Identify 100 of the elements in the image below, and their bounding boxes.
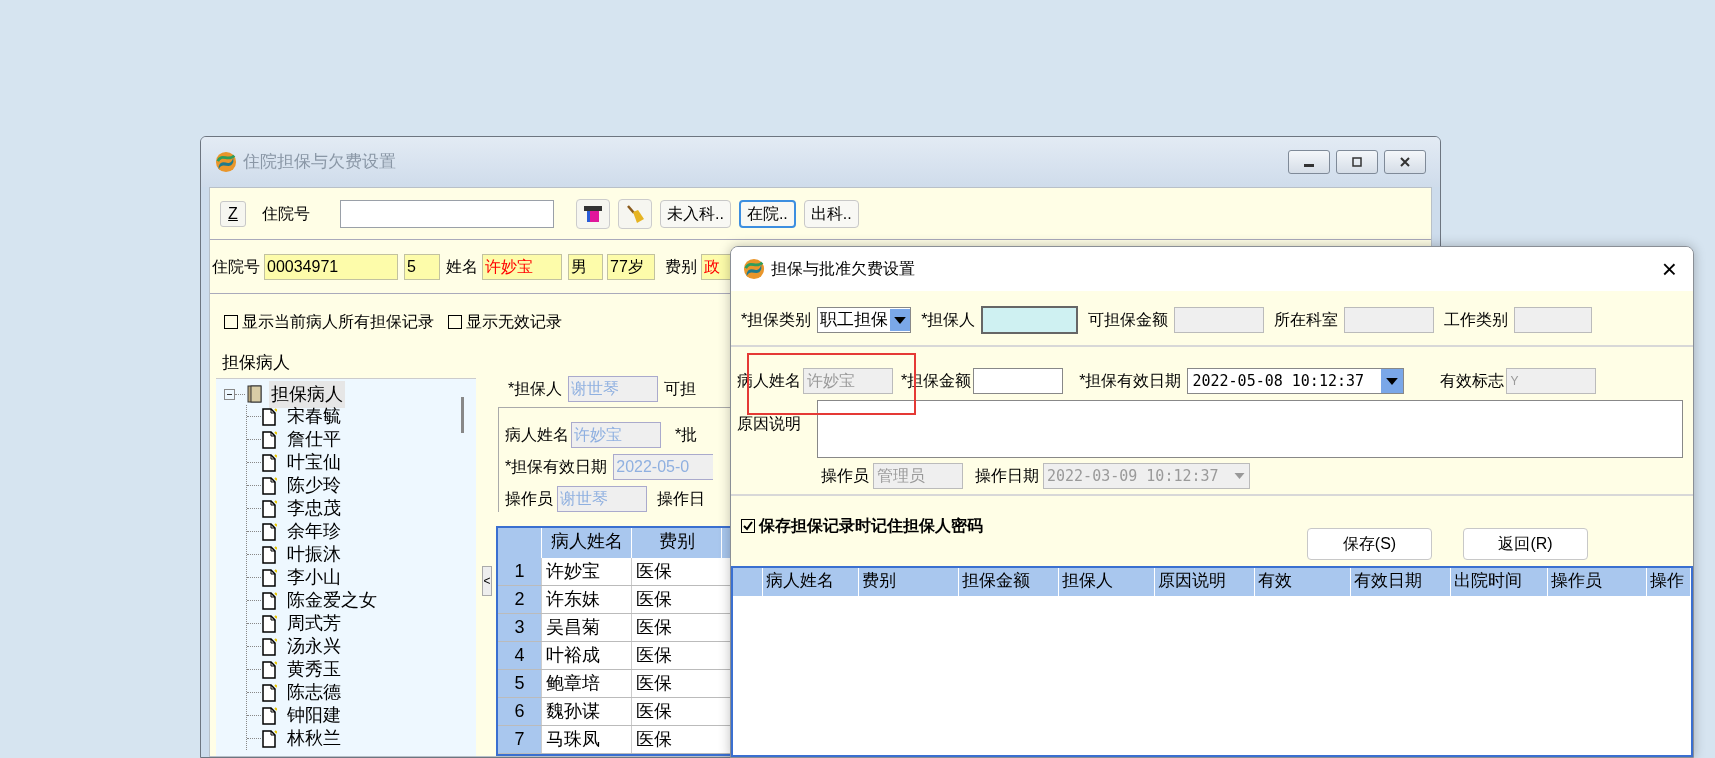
remember-password-checkbox[interactable]: 保存担保记录时记住担保人密码 — [741, 514, 983, 538]
field-label: 操作日期 — [975, 466, 1039, 486]
sex-value: 男 — [568, 253, 603, 280]
table-cell: 吴昌菊 — [542, 614, 632, 641]
table-cell-text: 医保 — [635, 700, 673, 723]
document-icon — [261, 706, 277, 725]
close-button[interactable] — [1384, 150, 1426, 174]
field-label: 病人姓名 — [505, 425, 569, 445]
printer-icon — [583, 203, 603, 224]
document-icon — [261, 522, 277, 541]
table-cell-text: 医保 — [635, 672, 673, 695]
field-label: 原因说明 — [737, 414, 802, 434]
field-label: 所在科室 — [1274, 310, 1339, 330]
column-header: 原因说明 — [1155, 568, 1255, 596]
column-header: 有效 — [1254, 568, 1352, 596]
field-label: 费别 — [665, 256, 697, 277]
guarantee-type-dropdown[interactable]: 职工担保 — [817, 307, 912, 333]
reason-field[interactable] — [817, 400, 1683, 458]
field-label: 工作类别 — [1444, 310, 1509, 330]
document-icon — [261, 430, 277, 449]
maximize-button[interactable] — [1336, 150, 1378, 174]
operator-value: 谢世琴 — [557, 486, 647, 512]
table-cell: 叶裕成 — [542, 642, 632, 669]
document-icon — [261, 476, 277, 495]
column-header: 担保人 — [1058, 568, 1156, 596]
close-button[interactable]: × — [1657, 256, 1681, 282]
field-label: 可担 — [664, 378, 697, 399]
row-number: 1 — [498, 558, 542, 585]
collapse-button[interactable]: < — [482, 566, 492, 596]
field-label: *担保人 — [921, 310, 976, 330]
document-icon — [261, 660, 277, 679]
column-header: 出院时间 — [1450, 568, 1548, 596]
patient-name-value: 许妙宝 — [803, 368, 893, 394]
print-button[interactable] — [576, 198, 610, 229]
document-icon — [261, 614, 277, 633]
field-label: *担保人 — [508, 378, 563, 399]
column-header: 操作 — [1647, 568, 1691, 596]
minimize-button[interactable] — [1288, 150, 1330, 174]
document-icon — [261, 407, 277, 426]
valid-date-value: 2022-05-0 — [613, 454, 714, 480]
dropdown-arrow-icon — [1234, 473, 1245, 479]
field-label: *担保有效日期 — [1079, 371, 1182, 391]
inpatient-number-value: 00034971 — [264, 253, 398, 280]
app-logo-icon — [215, 151, 237, 173]
filter-button[interactable]: 出科.. — [803, 199, 859, 228]
operator-value: 管理员 — [873, 463, 963, 489]
table-cell-text: 医保 — [635, 560, 673, 583]
document-icon — [261, 568, 277, 587]
bed-number-value: 5 — [404, 253, 440, 280]
document-icon — [261, 729, 277, 748]
age-value: 77岁 — [607, 253, 655, 280]
dialog-title: 担保与批准欠费设置 — [771, 259, 915, 279]
field-label: *担保有效日期 — [505, 457, 608, 477]
column-header: 操作员 — [1547, 568, 1648, 596]
patient-name-value: 许妙宝 — [571, 422, 661, 448]
scrollbar-thumb[interactable] — [461, 397, 464, 433]
row-number: 5 — [498, 670, 542, 697]
document-icon — [261, 545, 277, 564]
minimize-icon — [1304, 163, 1314, 167]
filter-checkbox[interactable]: 显示无效记录 — [448, 310, 562, 334]
table-cell-text: 医保 — [635, 588, 673, 611]
operation-date-picker: 2022-03-09 10:12:37 — [1043, 463, 1250, 489]
dialog-button[interactable]: 返回(R) — [1463, 528, 1588, 560]
window-title: 住院担保与欠费设置 — [243, 151, 396, 174]
document-icon — [261, 637, 277, 656]
row-number: 3 — [498, 614, 542, 641]
patient-name-value: 许妙宝 — [482, 253, 562, 280]
close-icon — [1400, 157, 1410, 167]
maximize-icon — [1352, 157, 1362, 167]
book-icon — [245, 384, 265, 404]
document-icon — [261, 453, 277, 472]
valid-date-picker[interactable]: 2022-05-08 10:12:37 — [1187, 368, 1405, 394]
guarantee-amount-field[interactable] — [973, 368, 1064, 394]
field-label: 住院号 — [262, 203, 311, 224]
z-button[interactable]: Z — [220, 200, 246, 227]
filter-button[interactable]: 未入科.. — [660, 199, 731, 228]
filter-checkbox[interactable]: 显示当前病人所有担保记录 — [224, 310, 434, 334]
field-label: 可担保金额 — [1088, 310, 1169, 330]
collapse-toggle-icon[interactable] — [224, 388, 235, 400]
guarantor-value: 谢世琴 — [568, 375, 659, 402]
field-label: 操作日 — [657, 489, 705, 509]
checkmark-icon — [743, 521, 753, 531]
field-label: 操作员 — [505, 489, 553, 509]
field-label: 姓名 — [446, 256, 478, 277]
document-icon — [261, 499, 277, 518]
filter-button[interactable]: 在院.. — [738, 199, 796, 228]
document-icon — [261, 683, 277, 702]
guarantor-field[interactable] — [981, 306, 1079, 334]
dialog-button[interactable]: 保存(S) — [1307, 528, 1432, 560]
field-label: *批 — [675, 425, 698, 445]
field-label: 有效标志 — [1440, 371, 1505, 391]
table-cell: 许东妹 — [542, 586, 632, 613]
tree-item[interactable]: 担保病人 — [269, 380, 345, 408]
dropdown-arrow-icon — [1386, 377, 1399, 385]
field-label: *担保类别 — [741, 310, 812, 330]
table-cell: 马珠凤 — [542, 726, 632, 753]
column-header: 担保金额 — [959, 568, 1059, 596]
broom-icon — [625, 203, 645, 224]
document-icon — [261, 591, 277, 610]
inpatient-number-field[interactable] — [340, 199, 554, 228]
